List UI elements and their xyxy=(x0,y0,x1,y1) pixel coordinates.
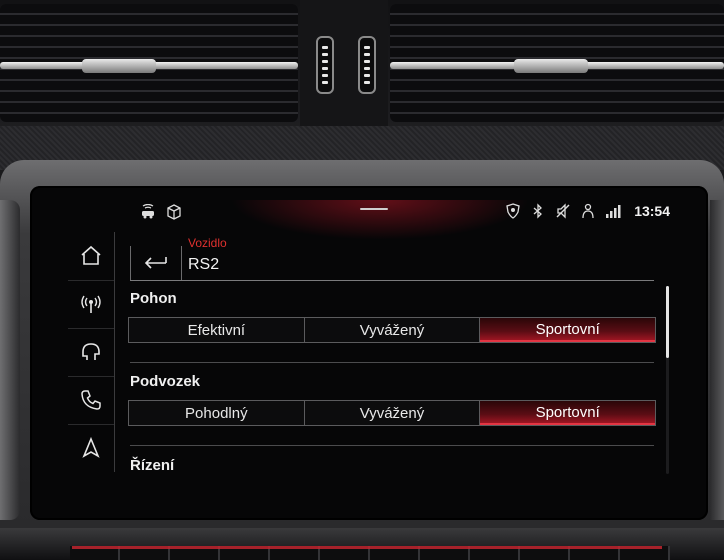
nav-rail xyxy=(68,232,115,472)
nav-phone-button[interactable] xyxy=(68,376,114,425)
location-shield-icon[interactable] xyxy=(505,203,521,219)
pohon-option-vyvazeny[interactable]: Vyvážený xyxy=(304,318,481,342)
bezel-right-edge xyxy=(710,200,724,520)
podvozek-option-vyvazeny[interactable]: Vyvážený xyxy=(304,401,481,425)
radio-broadcast-icon xyxy=(81,295,101,313)
pohon-option-efektivni[interactable]: Efektivní xyxy=(129,318,305,342)
nav-home-button[interactable] xyxy=(68,232,114,281)
signal-bars-icon[interactable] xyxy=(605,203,621,219)
navigation-icon xyxy=(82,436,100,458)
left-vent-knob xyxy=(82,59,156,73)
podvozek-mode-selector: Pohodlný Vyvážený Sportovní xyxy=(128,400,656,426)
breadcrumb[interactable]: Vozidlo xyxy=(188,236,227,250)
climate-panel xyxy=(0,528,724,560)
air-vents xyxy=(0,0,724,130)
media-icon xyxy=(82,343,100,360)
right-vent-knob xyxy=(514,59,588,73)
home-icon xyxy=(81,245,101,265)
pohon-title: Pohon xyxy=(130,290,177,307)
nav-navigation-button[interactable] xyxy=(68,424,114,472)
podvozek-option-sportovni[interactable]: Sportovní xyxy=(480,401,656,425)
clock: 13:54 xyxy=(634,203,670,219)
phone-person-icon[interactable] xyxy=(580,203,596,219)
page-title: RS2 xyxy=(188,256,220,273)
pohon-mode-selector: Efektivní Vyvážený Sportovní xyxy=(128,317,656,343)
page-header: Vozidlo RS2 xyxy=(130,234,654,281)
back-arrow-icon xyxy=(144,257,167,269)
podvozek-title: Podvozek xyxy=(130,373,201,390)
vent-thumbwheel-left xyxy=(316,36,334,94)
podvozek-option-pohodlny[interactable]: Pohodlný xyxy=(129,401,305,425)
rizeni-title[interactable]: Řízení xyxy=(130,457,174,474)
nav-radio-button[interactable] xyxy=(68,280,114,329)
bluetooth-icon[interactable] xyxy=(530,203,546,219)
mute-icon[interactable] xyxy=(555,203,571,219)
bezel-left-edge xyxy=(0,200,20,520)
package-icon[interactable] xyxy=(166,204,182,220)
section-divider xyxy=(130,445,654,446)
section-divider xyxy=(130,362,654,363)
drawer-handle[interactable] xyxy=(360,208,388,210)
vent-thumbwheel-right xyxy=(358,36,376,94)
pohon-option-sportovni[interactable]: Sportovní xyxy=(480,318,656,342)
scroll-thumb[interactable] xyxy=(666,286,669,358)
scrollbar[interactable] xyxy=(666,286,669,474)
infotainment-screen: 13:54 Vozidlo RS2 Pohon Efektivní Vyváže… xyxy=(30,186,708,520)
car-wifi-icon[interactable] xyxy=(140,204,156,220)
nav-media-button[interactable] xyxy=(68,328,114,377)
climate-red-accent xyxy=(72,546,662,549)
status-bar: 13:54 xyxy=(30,186,708,240)
phone-icon xyxy=(81,390,101,410)
back-button[interactable] xyxy=(130,246,182,280)
